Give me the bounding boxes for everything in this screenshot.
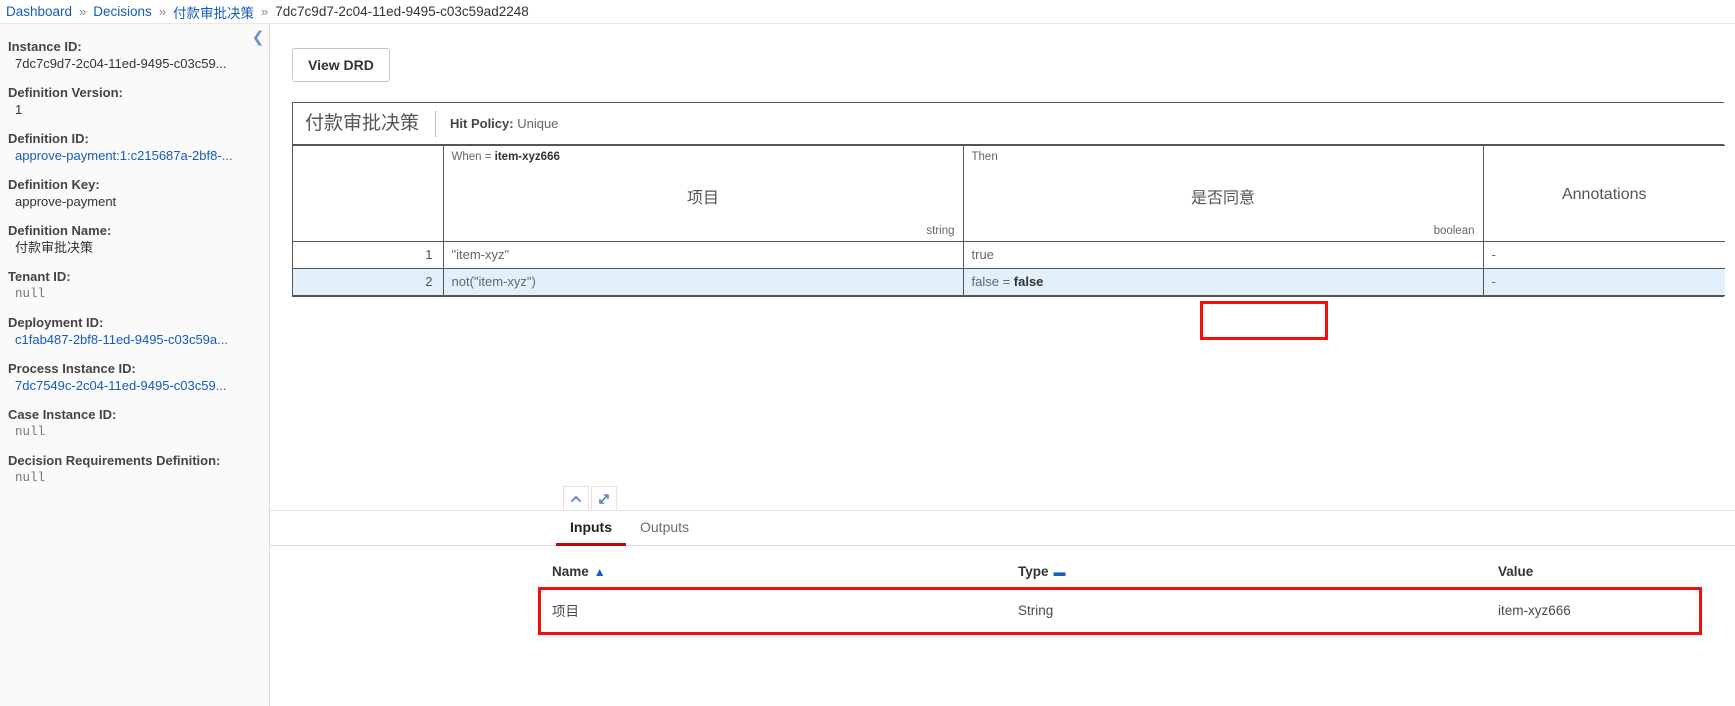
view-drd-button[interactable]: View DRD (292, 48, 390, 82)
chevron-up-icon[interactable] (563, 486, 589, 510)
breadcrumb-separator: » (79, 4, 87, 19)
breadcrumb-separator: » (261, 4, 269, 19)
inputs-table: Name ▲ Type ▬ Value 项目 String item-xyz66… (538, 564, 1702, 634)
input-column-name: 项目 (686, 190, 719, 207)
property-value: null (15, 425, 46, 439)
decision-table-header: 付款审批决策 Hit Policy: Unique (293, 103, 1724, 145)
panel-controls (270, 484, 1735, 510)
breadcrumb-separator: » (158, 4, 167, 19)
instance-details-sidebar: ❮ Instance ID: 7dc7c9d7-2c04-11ed-9495-c… (0, 24, 270, 706)
main-content: View DRD 付款审批决策 Hit Policy: Unique When … (270, 24, 1735, 706)
table-row: 2 not("item-xyz") false = false - (293, 268, 1725, 296)
column-header-type[interactable]: Type ▬ (1018, 564, 1498, 588)
property-decision-requirements-definition: Decision Requirements Definition: null (8, 452, 269, 487)
property-definition-id: Definition ID: approve-payment:1:c215687… (8, 130, 269, 165)
property-label: Definition Key: (8, 177, 100, 192)
property-instance-id: Instance ID: 7dc7c9d7-2c04-11ed-9495-c03… (8, 38, 269, 73)
sidebar-collapse-icon[interactable]: ❮ (248, 26, 268, 48)
column-header-value[interactable]: Value (1498, 564, 1702, 588)
hit-policy-label: Hit Policy: (450, 116, 514, 131)
property-label: Process Instance ID: (8, 361, 136, 376)
property-case-instance-id: Case Instance ID: null (8, 406, 269, 441)
when-value: item-xyz666 (494, 151, 560, 163)
breadcrumb: Dashboard » Decisions » 付款审批决策 » 7dc7c9d… (0, 0, 1735, 24)
table-row: 项目 String item-xyz666 (538, 587, 1702, 634)
rule-input-entry: not("item-xyz") (442, 268, 964, 296)
table-row: 1 "item-xyz" true - (293, 241, 1725, 269)
property-value: 付款审批决策 (15, 240, 94, 255)
property-value: 1 (15, 102, 23, 117)
column-header-output: Then 是否同意 boolean (962, 145, 1484, 242)
column-header-value-label: Value (1498, 564, 1534, 579)
io-tabs: Inputs Outputs (270, 510, 1735, 546)
input-expression-label: When = item-xyz666 (452, 151, 560, 163)
property-label: Case Instance ID: (8, 407, 117, 422)
breadcrumb-item-decision-name[interactable]: 付款审批决策 (173, 2, 254, 22)
property-value-link[interactable]: 7dc7549c-2c04-11ed-9495-c03c59... (8, 377, 269, 395)
input-name: 项目 (538, 587, 1018, 634)
column-header-name-label: Name (552, 564, 589, 579)
property-definition-name: Definition Name: 付款审批决策 (8, 222, 269, 257)
property-label: Instance ID: (8, 39, 82, 54)
decision-table-column-headers: When = item-xyz666 项目 string Then 是否同意 b… (293, 145, 1725, 242)
property-value: null (15, 287, 46, 301)
property-value: approve-payment (15, 194, 117, 209)
rule-annotation: - (1482, 268, 1725, 296)
property-label: Definition ID: (8, 131, 89, 146)
column-header-input: When = item-xyz666 项目 string (442, 145, 964, 242)
breadcrumb-item-decisions[interactable]: Decisions (93, 4, 152, 19)
then-label: Then (971, 151, 998, 163)
io-panel: Inputs Outputs Name ▲ Type ▬ Value 项目 St… (270, 484, 1735, 634)
property-value-link[interactable]: approve-payment:1:c215687a-2bf8-... (8, 147, 269, 165)
decision-table-title: 付款审批决策 (293, 110, 437, 137)
rule-output-expression: false = (971, 274, 1014, 289)
decision-table: 付款审批决策 Hit Policy: Unique When = item-xy… (292, 102, 1725, 297)
when-label: When = (451, 151, 492, 163)
toolbar: View DRD (270, 24, 1735, 82)
sort-none-icon: ▬ (1053, 565, 1066, 579)
property-label: Tenant ID: (8, 269, 71, 284)
rule-index: 1 (293, 241, 444, 269)
expand-diagonal-icon[interactable] (591, 486, 617, 510)
column-header-annotations: Annotations (1482, 145, 1725, 242)
property-definition-version: Definition Version: 1 (8, 84, 269, 119)
property-value: null (15, 471, 46, 485)
property-value-link[interactable]: c1fab487-2bf8-11ed-9495-c03c59a... (8, 331, 269, 349)
property-label: Definition Name: (8, 223, 112, 238)
input-value: item-xyz666 (1498, 587, 1702, 634)
hit-policy-value: Unique (517, 116, 559, 131)
property-definition-key: Definition Key: approve-payment (8, 176, 269, 211)
input-type: String (1018, 587, 1498, 634)
column-header-type-label: Type (1018, 564, 1049, 579)
inputs-table-header-row: Name ▲ Type ▬ Value (538, 564, 1702, 588)
input-column-type: string (926, 225, 955, 237)
rule-output-entry: false = false (962, 268, 1484, 296)
property-tenant-id: Tenant ID: null (8, 268, 269, 303)
property-label: Decision Requirements Definition: (8, 453, 221, 468)
annotations-column-name: Annotations (1561, 186, 1647, 203)
decision-rules-table: When = item-xyz666 项目 string Then 是否同意 b… (293, 145, 1725, 296)
column-header-index (293, 145, 444, 242)
hit-policy: Hit Policy: Unique (436, 116, 558, 131)
rule-output-result: false (1013, 274, 1044, 289)
property-label: Definition Version: (8, 85, 123, 100)
output-column-name: 是否同意 (1190, 190, 1255, 207)
tab-inputs[interactable]: Inputs (556, 511, 626, 546)
property-value: 7dc7c9d7-2c04-11ed-9495-c03c59... (15, 56, 227, 71)
output-column-type: boolean (1433, 225, 1475, 237)
property-deployment-id: Deployment ID: c1fab487-2bf8-11ed-9495-c… (8, 314, 269, 349)
rule-input-entry: "item-xyz" (442, 241, 964, 269)
tab-outputs[interactable]: Outputs (626, 511, 703, 546)
column-header-name[interactable]: Name ▲ (538, 564, 1018, 588)
rule-annotation: - (1482, 241, 1725, 269)
highlight-box-output-cell (1200, 301, 1328, 340)
property-process-instance-id: Process Instance ID: 7dc7549c-2c04-11ed-… (8, 360, 269, 395)
rule-output-entry: true (962, 241, 1484, 269)
rule-index: 2 (293, 268, 444, 296)
property-label: Deployment ID: (8, 315, 104, 330)
sort-ascending-icon: ▲ (593, 565, 606, 579)
breadcrumb-item-instance-id: 7dc7c9d7-2c04-11ed-9495-c03c59ad2248 (275, 4, 529, 19)
breadcrumb-item-dashboard[interactable]: Dashboard (6, 4, 72, 19)
